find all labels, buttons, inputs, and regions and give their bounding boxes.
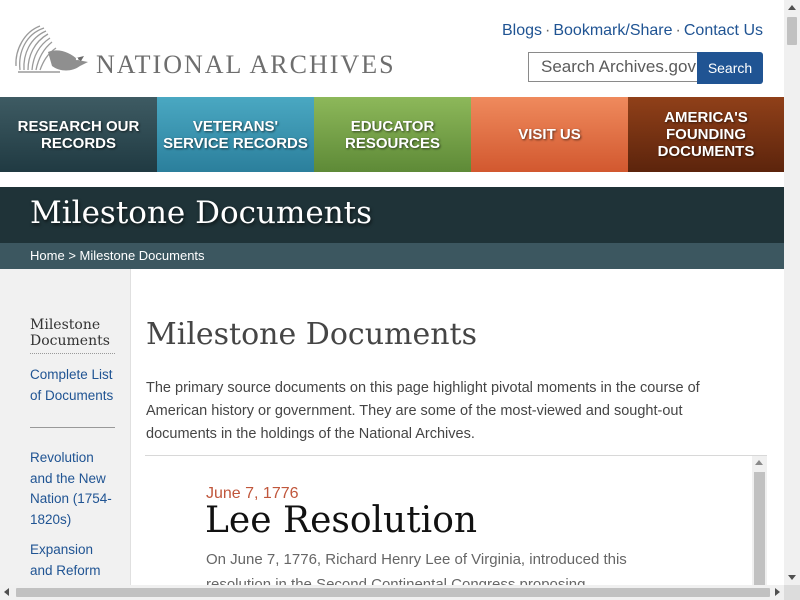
search-input[interactable]: [528, 52, 703, 82]
site-search: Search: [528, 52, 763, 84]
breadcrumb-current: Milestone Documents: [79, 248, 205, 263]
document-description: On June 7, 1776, Richard Henry Lee of Vi…: [206, 551, 627, 586]
utility-links: Blogs · Bookmark/Share · Contact Us: [502, 22, 763, 40]
scroll-down-arrow-icon[interactable]: [788, 575, 796, 580]
horizontal-scroll-thumb[interactable]: [16, 588, 770, 597]
main-nav: Research Our Records Veterans' Service R…: [0, 97, 784, 172]
bookmark-share-link[interactable]: Bookmark/Share: [553, 22, 672, 39]
search-button[interactable]: Search: [697, 52, 763, 84]
vertical-scroll-thumb[interactable]: [787, 17, 797, 45]
breadcrumb: Home > Milestone Documents: [0, 243, 784, 269]
sidebar-link-expansion-reform[interactable]: Expansion and Reform: [30, 540, 118, 581]
sidebar-divider: [30, 427, 115, 428]
national-archives-logo[interactable]: NATIONAL ARCHIVES: [14, 22, 394, 79]
sidebar-heading: Milestone Documents: [30, 317, 115, 354]
page-title: Milestone Documents: [146, 317, 477, 352]
breadcrumb-trail: Home > Milestone Documents: [30, 248, 205, 263]
scroll-left-arrow-icon[interactable]: [4, 588, 9, 596]
banner-title: Milestone Documents: [30, 195, 373, 231]
eagle-logo-icon: [15, 25, 88, 73]
blogs-link[interactable]: Blogs: [502, 22, 542, 39]
featured-documents-frame[interactable]: June 7, 1776 Lee Resolution On June 7, 1…: [145, 455, 767, 586]
nav-research-our-records[interactable]: Research Our Records: [0, 97, 157, 172]
scroll-up-arrow-icon[interactable]: [788, 5, 796, 10]
link-separator: ·: [675, 22, 681, 39]
main-content: Milestone Documents The primary source d…: [131, 269, 784, 586]
contact-us-link[interactable]: Contact Us: [684, 22, 763, 39]
scrollbar-corner: [784, 585, 800, 600]
link-separator: ·: [545, 22, 551, 39]
scroll-up-arrow-icon[interactable]: [755, 460, 763, 465]
frame-scrollbar[interactable]: [752, 456, 767, 586]
page-banner: Milestone Documents: [0, 187, 784, 243]
breadcrumb-separator: >: [68, 248, 76, 263]
nav-educator-resources[interactable]: Educator Resources: [314, 97, 471, 172]
nav-veterans-service-records[interactable]: Veterans' Service Records: [157, 97, 314, 172]
nav-visit-us[interactable]: Visit Us: [471, 97, 628, 172]
document-title-link[interactable]: Lee Resolution: [205, 500, 477, 541]
vertical-scrollbar[interactable]: [784, 0, 800, 585]
sidebar-link-revolution[interactable]: Revolution and the New Nation (1754-1820…: [30, 448, 118, 530]
scroll-right-arrow-icon[interactable]: [775, 588, 780, 596]
site-header: NATIONAL ARCHIVES Blogs · Bookmark/Share · C…: [0, 0, 784, 97]
sidebar: Milestone Documents Complete List of Doc…: [0, 269, 131, 585]
frame-scroll-thumb[interactable]: [754, 472, 765, 586]
nav-americas-founding-documents[interactable]: America's Founding Documents: [628, 97, 784, 172]
intro-paragraph: The primary source documents on this pag…: [146, 380, 700, 442]
sidebar-link-complete-list[interactable]: Complete List of Documents: [30, 365, 118, 406]
horizontal-scrollbar[interactable]: [0, 585, 784, 600]
breadcrumb-home-link[interactable]: Home: [30, 248, 65, 263]
logo-wordmark: NATIONAL ARCHIVES: [96, 50, 396, 79]
